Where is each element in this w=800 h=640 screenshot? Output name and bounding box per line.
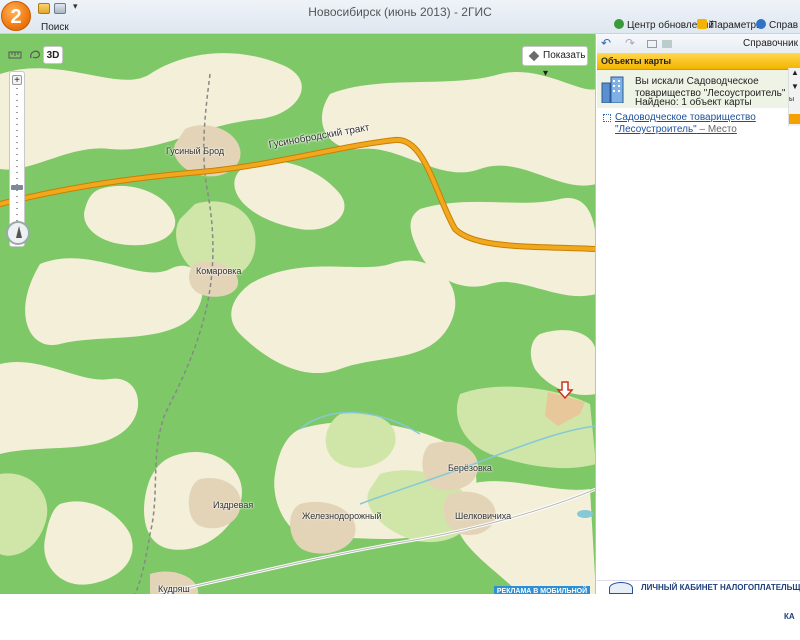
show-button-label: Показать xyxy=(543,50,586,61)
ruler-icon[interactable] xyxy=(7,46,23,64)
tax-emblem-icon xyxy=(609,582,633,594)
map-canvas[interactable] xyxy=(0,34,596,594)
save-icon[interactable] xyxy=(647,40,657,48)
place-label-shelkovichikha[interactable]: Шелковичиха xyxy=(455,511,511,521)
buildings-icon xyxy=(601,76,624,103)
place-label-komarovka[interactable]: Комаровка xyxy=(196,266,241,276)
ad-banner[interactable]: РЕКЛАМА В МОБИЛЬНОЙ xyxy=(494,586,590,594)
pond xyxy=(577,510,593,518)
result-link[interactable]: Садоводческое товарищество "Лесоустроите… xyxy=(615,112,795,136)
side-accent xyxy=(789,114,800,124)
lasso-icon[interactable] xyxy=(27,46,43,64)
place-label-beryozovka[interactable]: Берёзовка xyxy=(448,463,492,473)
panel-header: Объекты карты xyxy=(597,54,800,70)
parameters-button[interactable]: Параметры xyxy=(697,19,763,31)
layers-icon xyxy=(528,50,540,62)
place-label-kudryash[interactable]: Кудряш xyxy=(158,584,190,594)
directory-tab[interactable]: Справочник xyxy=(743,38,798,49)
place-icon xyxy=(603,114,611,122)
back-arrow-icon[interactable]: ↶ xyxy=(601,37,611,49)
scroll-up-icon[interactable]: ▲ xyxy=(789,68,800,78)
panel-header-title: Объекты карты xyxy=(601,56,672,66)
chevron-down-icon: ▾ xyxy=(543,68,549,79)
update-icon xyxy=(614,19,624,29)
help-label: Справ xyxy=(769,20,799,31)
result-type: – Место xyxy=(696,124,737,135)
forward-arrow-icon[interactable]: ↷ xyxy=(625,37,635,49)
side-strip: ▲ ▼ ы xyxy=(788,68,800,126)
scroll-down-icon[interactable]: ▼ xyxy=(789,82,800,92)
tab-search[interactable]: Поиск xyxy=(41,22,69,33)
search-summary: Вы искали Садоводческое товарищество "Ле… xyxy=(597,70,800,108)
status-area xyxy=(0,594,800,640)
compass-icon[interactable] xyxy=(6,221,30,245)
results-panel: ↶ ↷ Справочник Объекты карты Вы искали С… xyxy=(597,34,800,594)
panel-toolbar: ↶ ↷ Справочник xyxy=(597,34,800,54)
place-label-izdrevaya[interactable]: Издревая xyxy=(213,500,253,510)
side-tab[interactable]: ы xyxy=(789,96,800,112)
help-button[interactable]: Справ xyxy=(756,19,798,31)
map-view[interactable]: 3D + − Показать ▾ Гусинобродский тракт Г… xyxy=(0,34,596,594)
place-label-gusiny-brod[interactable]: Гусиный Брод xyxy=(166,146,224,156)
help-icon xyxy=(756,19,766,29)
tax-cabinet-banner[interactable]: ЛИЧНЫЙ КАБИНЕТ НАЛОГОПЛАТЕЛЬЩИ xyxy=(597,580,800,594)
show-layers-button[interactable]: Показать ▾ xyxy=(522,46,588,79)
print-icon[interactable] xyxy=(662,40,672,48)
zoom-track[interactable] xyxy=(16,88,18,230)
compass-needle xyxy=(16,226,22,238)
3d-toggle-button[interactable]: 3D xyxy=(43,46,63,64)
search-count-text: Найдено: 1 объект карты xyxy=(635,97,752,108)
tax-banner-text: ЛИЧНЫЙ КАБИНЕТ НАЛОГОПЛАТЕЛЬЩИ xyxy=(641,583,800,592)
gear-icon xyxy=(697,19,707,29)
zoom-thumb[interactable] xyxy=(11,184,23,190)
window-title: Новосибирск (июнь 2013) - 2ГИС xyxy=(308,5,492,19)
title-bar: 2 ▾ Новосибирск (июнь 2013) - 2ГИС Поиск… xyxy=(0,0,800,34)
zoom-in-button[interactable]: + xyxy=(12,75,22,86)
place-label-zheleznodorozhny[interactable]: Железнодорожный xyxy=(302,511,382,521)
tax-banner-tail: КА xyxy=(784,612,795,621)
